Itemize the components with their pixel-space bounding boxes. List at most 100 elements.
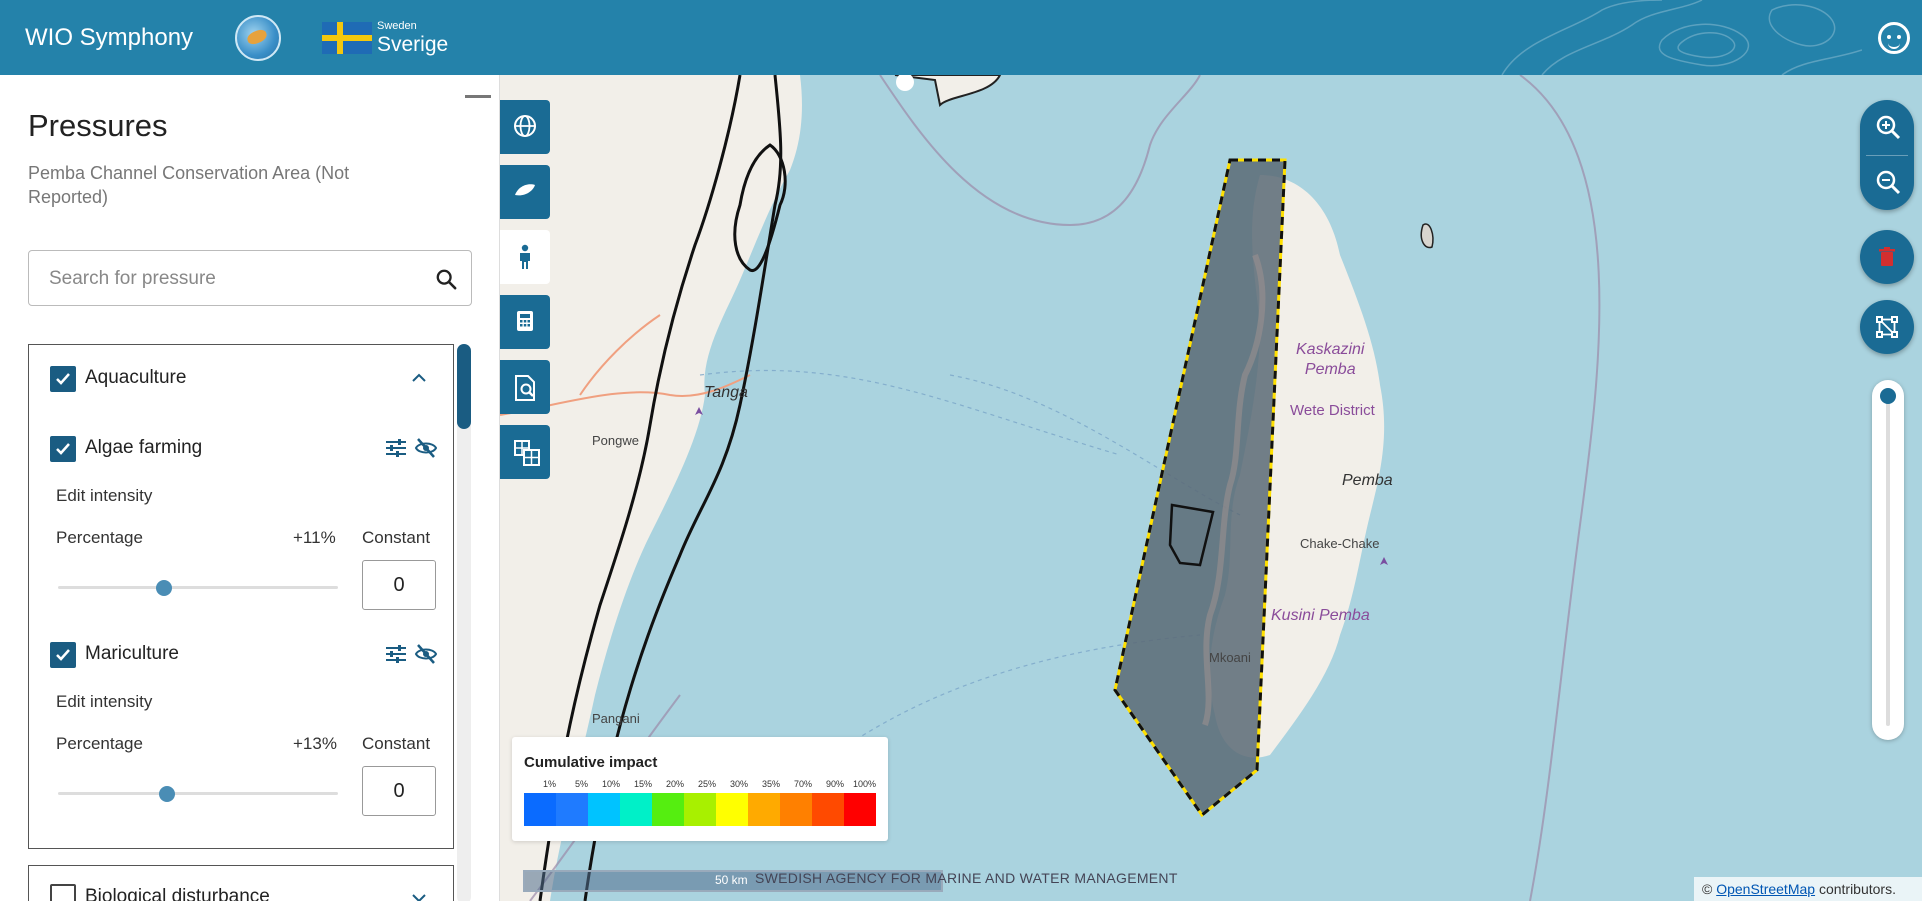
map-label-tanga: Tanga	[704, 384, 748, 401]
pressure-search-input[interactable]	[49, 265, 419, 293]
edit-intensity-label: Edit intensity	[56, 486, 153, 505]
group-label[interactable]: Aquaculture	[85, 367, 186, 389]
pressure-group-aquaculture: Aquaculture Algae farming Edit intensity…	[28, 344, 454, 849]
globe-icon	[514, 115, 536, 137]
percentage-slider[interactable]	[58, 580, 338, 596]
report-button[interactable]	[500, 360, 550, 414]
constant-input[interactable]: 0	[362, 766, 436, 816]
cumulative-impact-legend: Cumulative impact 1% 5% 10% 15% 20% 25% 30% 35%…	[512, 737, 888, 841]
legend-swatch	[620, 793, 652, 826]
legend-tick: 90%	[825, 779, 844, 789]
constant-label: Constant	[362, 734, 431, 753]
partner-name-big: Sverige	[377, 33, 449, 56]
area-subtitle: Pemba Channel Conservation Area (Not Rep…	[28, 163, 350, 207]
biological-disturbance-checkbox[interactable]	[50, 884, 76, 901]
tune-settings-icon[interactable]	[384, 642, 408, 666]
legend-tick: 5%	[574, 779, 588, 789]
header-contour-decoration	[1501, 0, 1862, 75]
polygon-draw-icon	[1876, 316, 1898, 338]
agency-credit: SWEDISH AGENCY FOR MARINE AND WATER MANA…	[755, 870, 1178, 886]
group-label[interactable]: Biological disturbance	[85, 886, 270, 901]
percentage-label: Percentage	[56, 734, 143, 753]
map-label-pongwe: Pongwe	[592, 433, 639, 448]
mariculture-checkbox[interactable]	[50, 642, 76, 668]
compare-button[interactable]	[500, 425, 550, 479]
slider-thumb[interactable]	[156, 580, 173, 596]
legend-title: Cumulative impact	[524, 754, 658, 771]
scrollbar-thumb[interactable]	[457, 344, 471, 429]
legend-tick: 15%	[633, 779, 652, 789]
percentage-value: +11%	[293, 528, 336, 547]
document-search-icon	[515, 375, 535, 401]
map-label-wete-district: Wete District	[1290, 402, 1375, 419]
legend-tick: 1%	[542, 779, 556, 789]
legend-swatch	[780, 793, 812, 826]
legend-tick: 30%	[729, 779, 748, 789]
algae-farming-checkbox[interactable]	[50, 436, 76, 462]
pressures-layer-button[interactable]	[500, 230, 550, 284]
item-label[interactable]: Mariculture	[85, 643, 179, 665]
opacity-slider[interactable]	[1872, 380, 1904, 740]
ecosystems-layer-button[interactable]	[500, 165, 550, 219]
slider-thumb[interactable]	[159, 786, 176, 802]
panel-scrollbar[interactable]	[457, 344, 471, 901]
legend-swatch	[716, 793, 748, 826]
legend-swatch	[748, 793, 780, 826]
percentage-value: +13%	[293, 734, 337, 753]
constant-input[interactable]: 0	[362, 560, 436, 610]
app-title[interactable]: WIO Symphony	[25, 24, 193, 52]
grid-compare-icon	[514, 440, 540, 466]
person-icon	[520, 244, 530, 269]
legend-tick: 20%	[665, 779, 684, 789]
legend-tick: 100%	[852, 779, 876, 789]
pressure-search-box	[28, 250, 472, 306]
map-label-mkoani: Mkoani	[1209, 650, 1251, 665]
map-label-chake-chake: Chake-Chake	[1300, 536, 1380, 551]
aquaculture-checkbox[interactable]	[50, 366, 76, 392]
attribution-suffix: contributors.	[1815, 881, 1896, 897]
partner-name-small: Sweden	[377, 20, 417, 32]
zoom-out-icon[interactable]	[1875, 169, 1901, 195]
pressure-group-biological-disturbance: Biological disturbance	[28, 865, 454, 901]
fish-icon	[515, 184, 535, 196]
legend-swatch	[524, 793, 556, 826]
calculation-button[interactable]	[500, 295, 550, 349]
top-header: WIO Symphony Sweden Sverige	[0, 0, 1922, 75]
chevron-up-icon[interactable]	[409, 368, 429, 388]
item-label[interactable]: Algae farming	[85, 437, 202, 459]
eye-off-icon[interactable]	[414, 642, 438, 666]
legend-swatch	[588, 793, 620, 826]
base-layers-button[interactable]	[500, 100, 550, 154]
wio-globe-logo	[235, 15, 281, 61]
legend-tick: 25%	[697, 779, 716, 789]
search-icon[interactable]	[435, 268, 457, 290]
percentage-slider[interactable]	[58, 786, 338, 802]
legend-tick: 35%	[761, 779, 780, 789]
pressures-panel: Pressures Pemba Channel Conservation Are…	[0, 75, 500, 901]
percentage-label: Percentage	[56, 528, 143, 547]
openstreetmap-link[interactable]: OpenStreetMap	[1716, 881, 1815, 897]
legend-tick: 70%	[793, 779, 812, 789]
minimize-panel-button[interactable]	[465, 95, 491, 98]
scale-label: 50 km	[715, 873, 748, 887]
zoom-in-icon[interactable]	[1875, 114, 1901, 140]
map-label-pemba: Pemba	[1342, 472, 1393, 489]
eye-off-icon[interactable]	[414, 436, 438, 460]
legend-tick-labels: 1% 5% 10% 15% 20% 25% 30% 35% 70% 90% 100%	[524, 779, 876, 791]
opacity-slider-thumb[interactable]	[1880, 388, 1896, 404]
panel-title: Pressures	[28, 108, 168, 143]
legend-swatch	[684, 793, 716, 826]
zoom-controls	[1860, 100, 1914, 210]
legend-swatch	[556, 793, 588, 826]
legend-color-bar	[524, 793, 876, 826]
attribution-prefix: ©	[1702, 881, 1717, 897]
delete-selection-button[interactable]	[1860, 230, 1914, 284]
tune-settings-icon[interactable]	[384, 436, 408, 460]
chevron-down-icon[interactable]	[409, 888, 429, 901]
edit-intensity-label: Edit intensity	[56, 692, 153, 711]
user-avatar-icon[interactable]	[1878, 22, 1910, 54]
map-label-pangani: Pangani	[592, 711, 640, 726]
legend-swatch	[652, 793, 684, 826]
draw-polygon-button[interactable]	[1860, 300, 1914, 354]
constant-label: Constant	[362, 528, 431, 547]
